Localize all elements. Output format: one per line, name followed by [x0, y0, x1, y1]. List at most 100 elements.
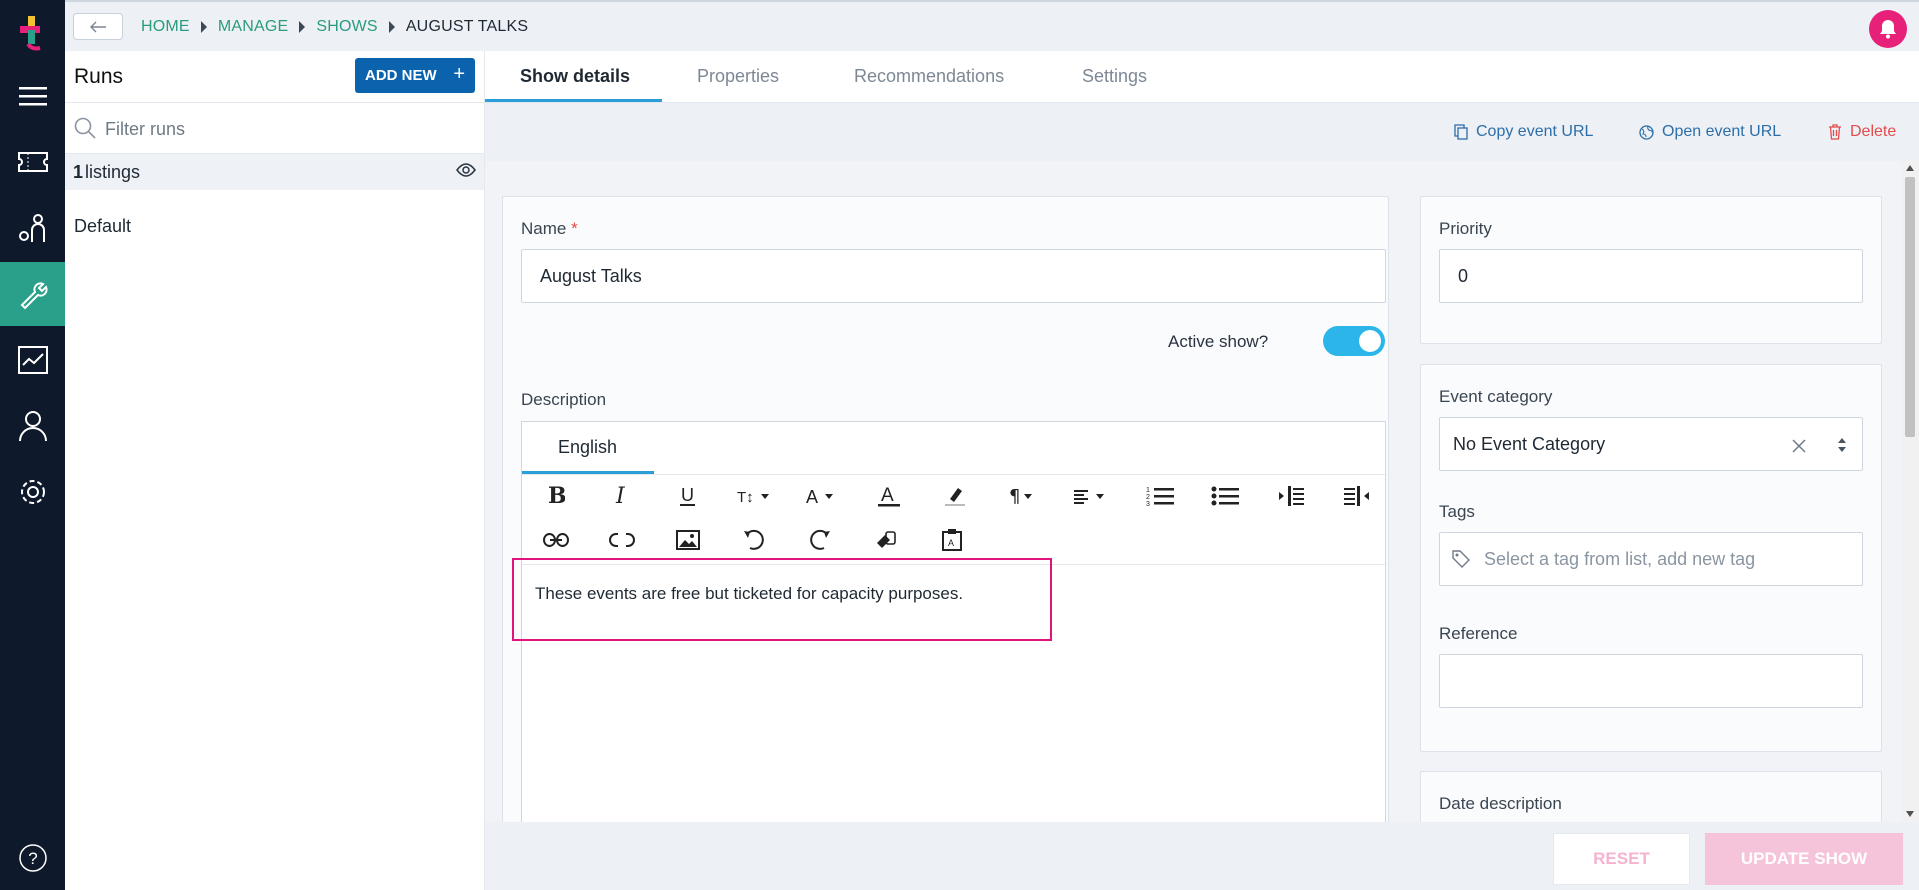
show-details-card: Name * August Talks Active show? Descrip… [502, 196, 1389, 822]
date-description-label: Date description [1439, 794, 1562, 813]
text-color-icon[interactable]: A [869, 478, 909, 514]
outdent-icon[interactable] [1271, 478, 1311, 514]
redo-icon[interactable] [800, 522, 840, 558]
priority-input[interactable]: 0 [1439, 249, 1863, 303]
form-footer: RESET UPDATE SHOW [485, 822, 1919, 890]
italic-icon[interactable]: I [602, 478, 642, 514]
tags-input[interactable]: Select a tag from list, add new tag [1439, 532, 1863, 586]
copy-event-url-button[interactable]: Copy event URL [1454, 123, 1593, 141]
vertical-scrollbar[interactable] [1901, 161, 1919, 822]
tab-recommendations[interactable]: Recommendations [854, 66, 1004, 87]
actions-bar: Copy event URL Open event URL Delete [485, 103, 1919, 161]
reference-input[interactable] [1439, 654, 1863, 708]
add-new-button[interactable]: ADD NEW + [355, 58, 475, 93]
breadcrumb-manage[interactable]: MANAGE [218, 18, 289, 36]
bell-icon [1880, 20, 1896, 39]
date-description-card: Date description [1420, 771, 1882, 822]
globe-icon [1639, 124, 1654, 140]
svg-text:A: A [948, 538, 954, 548]
sort-arrows-icon [1838, 438, 1846, 452]
settings-gear-icon[interactable] [0, 460, 65, 524]
ordered-list-icon[interactable]: 123 [1140, 478, 1180, 514]
unlink-icon[interactable] [602, 522, 642, 558]
plus-icon: + [453, 63, 465, 85]
svg-text:1: 1 [1146, 487, 1150, 494]
ticket-icon[interactable] [0, 130, 65, 194]
filter-runs-input[interactable] [105, 116, 465, 142]
unordered-list-icon[interactable] [1205, 478, 1245, 514]
trash-icon [1829, 124, 1841, 140]
tab-english[interactable]: English [558, 437, 617, 458]
runs-title: Runs [74, 65, 124, 88]
underline-icon[interactable]: U [668, 478, 708, 514]
svg-text:I: I [615, 486, 626, 506]
align-icon[interactable] [1068, 478, 1114, 514]
filter-runs [65, 102, 484, 154]
name-label: Name * [521, 219, 578, 239]
font-family-icon[interactable]: A [798, 478, 844, 514]
insert-image-icon[interactable] [668, 522, 708, 558]
reports-icon[interactable] [0, 328, 65, 392]
active-show-label: Active show? [1168, 332, 1269, 351]
reset-button[interactable]: RESET [1553, 833, 1690, 885]
svg-text:A: A [881, 485, 894, 506]
help-icon[interactable]: ? [0, 826, 65, 890]
search-icon [74, 117, 96, 139]
svg-text:¶: ¶ [1009, 486, 1020, 506]
bold-icon[interactable]: B [536, 478, 576, 514]
breadcrumb-home[interactable]: HOME [141, 18, 190, 36]
back-button[interactable] [73, 13, 123, 40]
run-item-default[interactable]: Default [74, 216, 131, 237]
copy-icon [1454, 124, 1468, 140]
insert-link-icon[interactable] [536, 522, 576, 558]
font-size-icon[interactable]: T↕ [731, 478, 777, 514]
highlight-icon[interactable] [935, 478, 975, 514]
open-event-url-button[interactable]: Open event URL [1639, 123, 1781, 141]
customers-icon[interactable] [0, 196, 65, 260]
language-tabs: English [522, 422, 1387, 475]
indent-icon[interactable] [1337, 478, 1377, 514]
toggle-knob [1359, 330, 1381, 352]
breadcrumb-separator-icon [299, 21, 306, 33]
clear-icon[interactable] [1791, 438, 1807, 454]
listings-count: 1 [73, 162, 84, 182]
user-icon[interactable] [0, 394, 65, 458]
event-category-select[interactable]: No Event Category [1439, 417, 1863, 471]
breadcrumb-current: AUGUST TALKS [405, 18, 529, 35]
clear-format-icon[interactable] [866, 522, 906, 558]
priority-card: Priority 0 [1420, 196, 1882, 344]
delete-button[interactable]: Delete [1828, 123, 1896, 141]
update-show-button[interactable]: UPDATE SHOW [1705, 833, 1903, 885]
scrollbar-thumb[interactable] [1905, 177, 1915, 437]
active-show-toggle[interactable] [1323, 326, 1385, 356]
required-marker: * [571, 219, 578, 238]
undo-icon[interactable] [734, 522, 774, 558]
menu-icon[interactable] [0, 64, 65, 128]
tab-show-details[interactable]: Show details [520, 66, 630, 87]
priority-label: Priority [1439, 219, 1492, 238]
form-scroll-area: Name * August Talks Active show? Descrip… [485, 161, 1919, 822]
tab-settings[interactable]: Settings [1082, 66, 1147, 87]
event-category-value: No Event Category [1453, 434, 1606, 454]
scroll-up-icon[interactable] [1906, 165, 1914, 171]
notifications-button[interactable] [1869, 10, 1907, 48]
listings-row[interactable]: 1 listings [65, 154, 484, 190]
name-value: August Talks [540, 265, 642, 286]
svg-text:?: ? [28, 849, 37, 868]
app-logo-icon[interactable] [16, 16, 48, 52]
highlight-annotation [512, 558, 1052, 641]
name-input[interactable]: August Talks [521, 249, 1386, 303]
scroll-down-icon[interactable] [1906, 811, 1914, 817]
breadcrumb: HOME MANAGE SHOWS AUGUST TALKS [141, 18, 528, 36]
paste-icon[interactable]: A [932, 522, 972, 558]
description-label: Description [521, 390, 607, 409]
tab-properties[interactable]: Properties [697, 66, 779, 87]
tags-placeholder: Select a tag from list, add new tag [1484, 549, 1756, 569]
eye-icon[interactable] [456, 163, 476, 177]
paragraph-icon[interactable]: ¶ [1001, 478, 1047, 514]
wrench-icon[interactable] [0, 262, 65, 326]
svg-text:2: 2 [1146, 494, 1150, 501]
svg-text:U: U [681, 485, 694, 505]
classification-card: Event category No Event Category Tags Se… [1420, 364, 1882, 752]
breadcrumb-shows[interactable]: SHOWS [316, 18, 377, 36]
